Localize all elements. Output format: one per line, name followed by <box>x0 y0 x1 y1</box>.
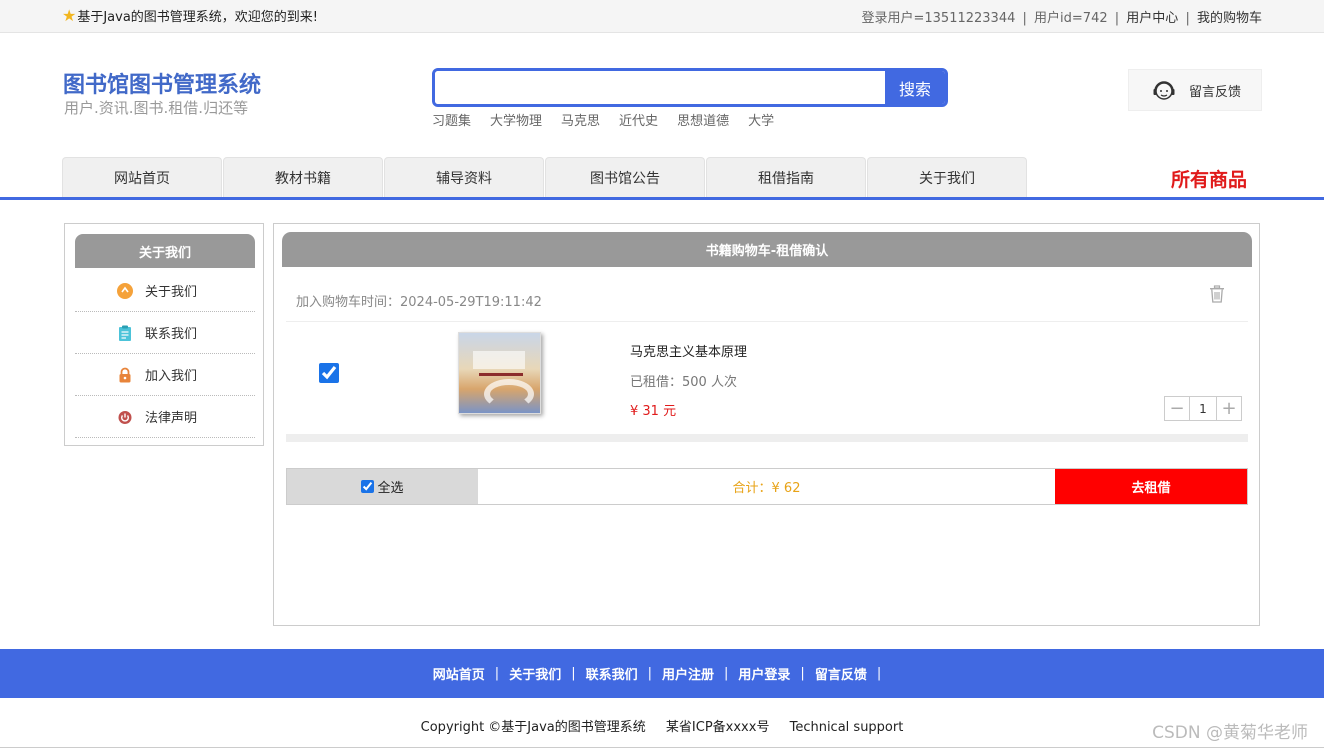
sidebar-item-contact[interactable]: 联系我们 <box>75 312 255 354</box>
separator: | <box>494 666 500 681</box>
hot-word-link[interactable]: 近代史 <box>619 110 658 129</box>
user-id-info: 用户id=742 <box>1034 11 1108 26</box>
nav-tab-about[interactable]: 关于我们 <box>867 157 1027 197</box>
minus-icon[interactable]: − <box>1165 397 1189 420</box>
sidebar-item-label: 联系我们 <box>145 327 198 342</box>
separator: | <box>1114 11 1120 26</box>
lock-icon <box>119 367 131 382</box>
quantity-value[interactable]: 1 <box>1189 397 1217 420</box>
search-input[interactable] <box>435 71 887 104</box>
select-all-label: 全选 <box>377 481 404 496</box>
hot-word-link[interactable]: 马克思 <box>561 110 600 129</box>
sidebar-item-join[interactable]: 加入我们 <box>75 354 255 396</box>
sidebar-item-label: 法律声明 <box>145 411 198 426</box>
star-icon: ★ <box>62 5 77 25</box>
trash-icon[interactable] <box>1209 285 1225 303</box>
search-box: 搜索 <box>432 68 948 107</box>
nav-divider <box>0 197 1324 200</box>
footer-link-about[interactable]: 关于我们 <box>509 664 561 683</box>
top-bar: ★ 基于Java的图书管理系统，欢迎您的到来! 登录用户=13511223344… <box>0 0 1324 33</box>
hot-word-link[interactable]: 习题集 <box>432 110 471 129</box>
user-center-link[interactable]: 用户中心 <box>1126 11 1178 26</box>
hot-word-link[interactable]: 思想道德 <box>677 110 729 129</box>
select-all-checkbox[interactable] <box>361 480 375 493</box>
cart-total: 合计：¥ 62 <box>732 481 801 496</box>
login-user-info: 登录用户=13511223344 <box>861 11 1016 26</box>
separator: | <box>647 666 652 681</box>
book-price: ¥ 31 元 <box>630 404 677 419</box>
nav-tab-materials[interactable]: 辅导资料 <box>384 157 544 197</box>
separator: | <box>571 666 576 681</box>
copyright: Copyright ©基于Java的图书管理系统 某省ICP备xxxx号 Tec… <box>0 716 1324 735</box>
book-cover-image[interactable] <box>458 332 541 414</box>
support-text: Technical support <box>789 720 904 735</box>
cart-title: 书籍购物车-租借确认 <box>282 232 1252 267</box>
separator: | <box>1185 11 1190 26</box>
sidebar-item-about[interactable]: 关于我们 <box>75 270 255 312</box>
sidebar-title: 关于我们 <box>75 234 255 268</box>
cart-added-time: 加入购物车时间：2024-05-29T19:11:42 <box>296 295 542 310</box>
separator: | <box>1022 11 1027 26</box>
welcome-text: 基于Java的图书管理系统，欢迎您的到来! <box>77 10 319 25</box>
footer-link-login[interactable]: 用户登录 <box>738 664 790 683</box>
footer-nav: 网站首页 | 关于我们 | 联系我们 | 用户注册 | 用户登录 | 留言反馈 … <box>0 649 1324 698</box>
watermark: CSDN @黄菊华老师 <box>1152 723 1308 743</box>
quantity-stepper: − 1 + <box>1164 396 1242 421</box>
all-goods-link[interactable]: 所有商品 <box>1171 165 1247 192</box>
book-rent-count: 已租借：500 人次 <box>630 375 737 390</box>
clipboard-icon <box>119 325 131 341</box>
welcome-message: ★ 基于Java的图书管理系统，欢迎您的到来! <box>62 6 318 25</box>
nav-tab-textbooks[interactable]: 教材书籍 <box>223 157 383 197</box>
book-title[interactable]: 马克思主义基本原理 <box>630 341 747 360</box>
cart-panel: 书籍购物车-租借确认 加入购物车时间：2024-05-29T19:11:42 马… <box>273 223 1260 626</box>
cover-title-band <box>473 351 525 369</box>
separator: | <box>724 666 729 681</box>
customer-service-icon <box>1153 81 1175 100</box>
item-separator <box>286 434 1248 442</box>
site-title[interactable]: 图书馆图书管理系统 <box>63 67 261 99</box>
my-cart-link[interactable]: 我的购物车 <box>1197 11 1262 26</box>
cover-swirl <box>484 379 534 409</box>
sidebar: 关于我们 关于我们 联系我们 加入我们 法律声明 <box>64 223 264 446</box>
sidebar-item-label: 关于我们 <box>145 285 198 300</box>
cart-summary-bar: 全选 合计：¥ 62 去租借 <box>286 468 1248 505</box>
power-icon <box>118 410 132 424</box>
plus-icon[interactable]: + <box>1217 397 1241 420</box>
top-links: 登录用户=13511223344 | 用户id=742 | 用户中心 | 我的购… <box>862 7 1263 26</box>
nav-tab-guide[interactable]: 租借指南 <box>706 157 866 197</box>
nav-tab-home[interactable]: 网站首页 <box>62 157 222 197</box>
footer-link-feedback[interactable]: 留言反馈 <box>815 664 867 683</box>
separator: | <box>876 666 882 681</box>
hot-word-link[interactable]: 大学物理 <box>490 110 542 129</box>
select-all[interactable]: 全选 <box>287 469 478 504</box>
sidebar-item-label: 加入我们 <box>145 369 198 384</box>
checkout-button[interactable]: 去租借 <box>1055 469 1247 504</box>
feedback-label: 留言反馈 <box>1189 84 1242 100</box>
hot-search-words: 习题集 大学物理 马克思 近代史 思想道德 大学 <box>432 110 793 129</box>
copyright-text: Copyright ©基于Java的图书管理系统 <box>420 720 646 735</box>
feedback-button[interactable]: 留言反馈 <box>1128 69 1262 111</box>
separator: | <box>800 666 805 681</box>
info-icon <box>117 282 133 299</box>
hot-word-link[interactable]: 大学 <box>748 110 774 129</box>
site-subtitle: 用户.资讯.图书.租借.归还等 <box>64 99 249 117</box>
cover-stripe <box>479 373 523 376</box>
sidebar-item-legal[interactable]: 法律声明 <box>75 396 255 438</box>
cart-item-checkbox[interactable] <box>319 363 339 383</box>
footer-link-register[interactable]: 用户注册 <box>662 664 714 683</box>
nav-tab-announcements[interactable]: 图书馆公告 <box>545 157 705 197</box>
icp-text: 某省ICP备xxxx号 <box>665 720 770 735</box>
footer-link-home[interactable]: 网站首页 <box>433 664 485 683</box>
bottom-divider <box>0 747 1324 748</box>
divider <box>286 321 1248 322</box>
footer-link-contact[interactable]: 联系我们 <box>586 664 638 683</box>
search-button[interactable]: 搜索 <box>885 71 945 104</box>
main-nav: 网站首页 教材书籍 辅导资料 图书馆公告 租借指南 关于我们 <box>62 157 1028 197</box>
